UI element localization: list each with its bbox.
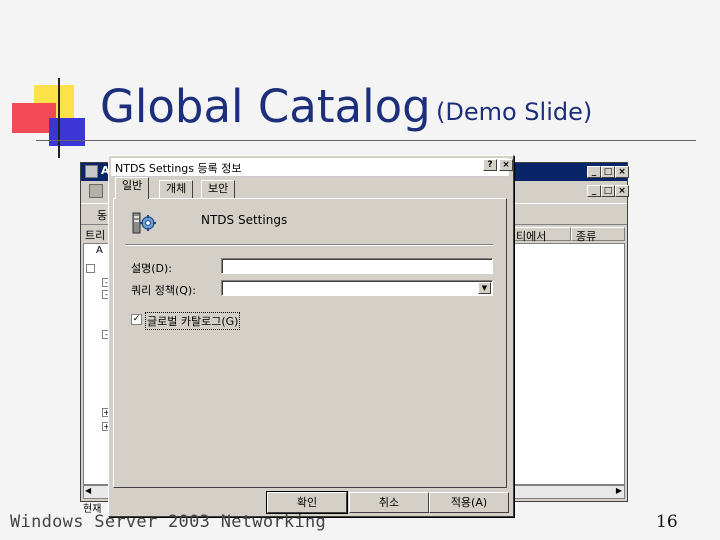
maximize-icon[interactable]: □ <box>601 166 615 178</box>
dialog-title: NTDS Settings 등록 정보 <box>115 162 242 175</box>
object-name: NTDS Settings <box>201 213 288 227</box>
console-icon[interactable] <box>89 184 103 198</box>
child-close-icon[interactable]: × <box>615 185 629 197</box>
apply-button[interactable]: 적용(A) <box>429 492 509 513</box>
tree-expand-icon[interactable] <box>86 264 95 273</box>
column-header-2[interactable]: 종류 <box>571 227 625 243</box>
tree-item-root[interactable]: A <box>96 245 103 256</box>
tree-horizontal-scrollbar[interactable]: ◀ <box>83 485 109 499</box>
slide-decoration-blue-square <box>49 118 85 146</box>
slide-page-number: 16 <box>656 512 678 532</box>
ntds-settings-icon <box>132 212 156 234</box>
child-restore-icon[interactable]: □ <box>601 185 615 197</box>
slide-subtitle: (Demo Slide) <box>436 98 593 126</box>
slide-title: Global Catalog <box>100 80 431 133</box>
tree-pane[interactable]: A - - - + + <box>83 243 111 485</box>
dialog-titlebar: NTDS Settings 등록 정보 <box>111 158 509 177</box>
details-horizontal-scrollbar[interactable]: ▶ <box>501 485 625 499</box>
dialog-close-icon[interactable]: × <box>499 159 513 171</box>
ntds-settings-dialog: NTDS Settings 등록 정보 ? × 일반 개체 보안 NTDS Se… <box>108 155 514 517</box>
global-catalog-checkbox[interactable]: ✓ <box>131 314 142 325</box>
minimize-icon[interactable]: _ <box>587 166 601 178</box>
toolbar-item[interactable]: 동 <box>97 207 107 223</box>
child-minimize-icon[interactable]: _ <box>587 185 601 197</box>
chevron-down-icon[interactable]: ▼ <box>478 282 491 294</box>
tree-header: 트리 <box>85 229 106 242</box>
tab-general[interactable]: 일반 <box>115 177 150 199</box>
query-policy-select[interactable]: ▼ <box>221 280 493 296</box>
description-field[interactable] <box>221 258 493 274</box>
close-icon[interactable]: × <box>615 166 629 178</box>
general-tab-panel <box>113 198 507 488</box>
separator <box>125 244 493 246</box>
scroll-left-icon[interactable]: ◀ <box>85 486 91 495</box>
tab-object[interactable]: 개체 <box>159 180 194 198</box>
app-icon <box>85 165 98 178</box>
help-icon[interactable]: ? <box>483 159 497 171</box>
query-policy-label: 쿼리 정책(Q): <box>131 284 196 297</box>
scroll-right-icon[interactable]: ▶ <box>616 486 622 495</box>
ok-button[interactable]: 확인 <box>267 492 347 513</box>
slide-footer: Windows Server 2003 Networking <box>10 512 327 532</box>
slide-title-underline <box>36 140 696 141</box>
cancel-button[interactable]: 취소 <box>349 492 429 513</box>
column-header-1[interactable]: 티에서 <box>511 227 571 243</box>
global-catalog-label[interactable]: 글로벌 카탈로그(G) <box>145 312 241 330</box>
tab-security[interactable]: 보안 <box>201 180 236 198</box>
slide-decoration-vertical-line <box>58 78 60 158</box>
description-label: 설명(D): <box>131 262 172 275</box>
